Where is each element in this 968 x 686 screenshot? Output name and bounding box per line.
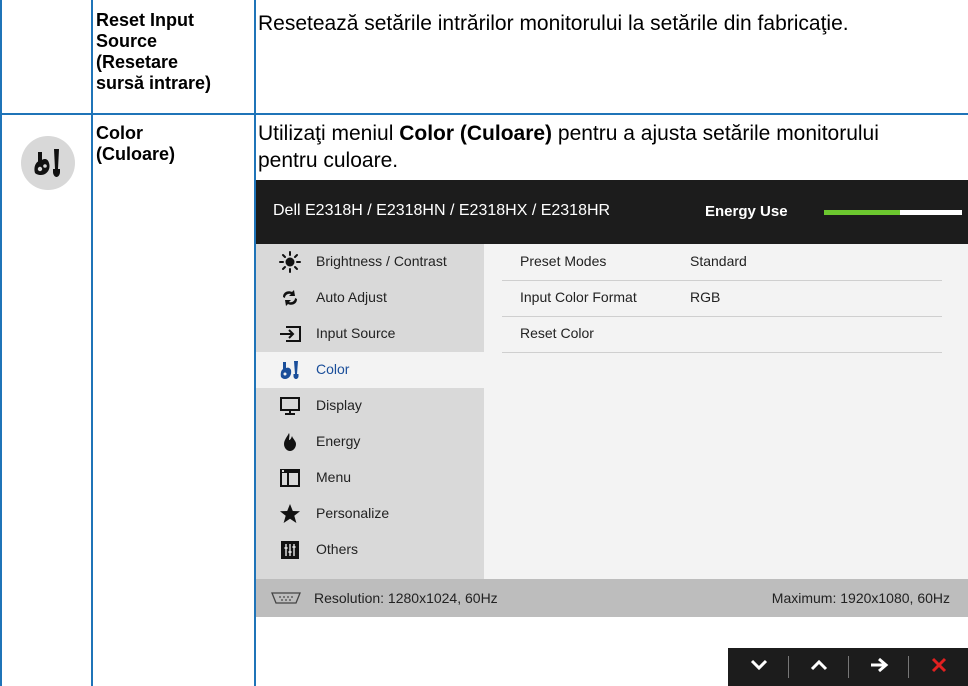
maximum-resolution: Maximum: 1920x1080, 60Hz: [771, 590, 950, 606]
menu-item-label: Input Source: [316, 325, 396, 341]
title-line: Color: [96, 123, 143, 143]
table-row-divider: [0, 113, 968, 115]
osd-status-bar: Resolution: 1280x1024, 60Hz Maximum: 192…: [256, 579, 968, 617]
menu-item-color[interactable]: Color: [256, 352, 484, 388]
vga-connector-icon: [270, 591, 302, 605]
table-border-icon-col: [91, 0, 93, 686]
color-title: Color (Culoare): [96, 123, 175, 165]
title-line: Reset Input: [96, 10, 195, 30]
menu-item-label: Display: [316, 397, 362, 413]
down-button[interactable]: [730, 648, 787, 686]
menu-item-auto-adjust[interactable]: Auto Adjust: [256, 280, 484, 316]
menu-item-label: Menu: [316, 469, 352, 485]
energy-use-bar: [824, 210, 962, 215]
energy-use-fill: [824, 210, 900, 215]
auto-adjust-icon: [278, 287, 302, 309]
menu-item-label: Color: [316, 361, 350, 377]
brightness-icon: [278, 251, 302, 273]
display-icon: [278, 395, 302, 417]
color-palette-icon: [21, 136, 75, 190]
osd-header: Dell E2318H / E2318HN / E2318HX / E2318H…: [256, 180, 968, 244]
exit-button[interactable]: [910, 648, 967, 686]
chevron-down-icon: [750, 658, 768, 676]
setting-value: Standard: [690, 253, 747, 269]
desc-bold: Color (Culoare): [399, 122, 553, 145]
arrow-right-icon: [869, 657, 889, 678]
table-border-left: [0, 0, 2, 686]
setting-value: RGB: [690, 289, 721, 305]
menu-item-others[interactable]: Others: [256, 532, 484, 568]
menu-item-label: Brightness / Contrast: [316, 253, 447, 269]
title-line: Source: [96, 31, 158, 51]
setting-name: Reset Color: [520, 325, 594, 341]
chevron-up-icon: [810, 658, 828, 676]
color-description: Utilizaţi meniul Color (Culoare) pentru …: [258, 120, 879, 174]
star-icon: [278, 503, 302, 525]
reset-input-source-description: Resetează setările intrărilor monitorulu…: [258, 12, 849, 35]
energy-icon: [278, 431, 302, 453]
next-button[interactable]: [850, 648, 907, 686]
setting-name: Input Color Format: [520, 289, 637, 305]
monitor-model: Dell E2318H / E2318HN / E2318HX / E2318H…: [273, 202, 611, 219]
setting-name: Preset Modes: [520, 253, 607, 269]
menu-item-label: Auto Adjust: [316, 289, 387, 305]
nav-separator: [788, 656, 789, 678]
setting-preset-modes[interactable]: Preset Modes Standard: [502, 244, 942, 281]
nav-separator: [848, 656, 849, 678]
menu-item-personalize[interactable]: Personalize: [256, 496, 484, 532]
title-line: (Resetare: [96, 52, 179, 72]
others-icon: [278, 539, 302, 561]
osd-menu: Dell E2318H / E2318HN / E2318HX / E2318H…: [256, 180, 968, 617]
menu-item-input-source[interactable]: Input Source: [256, 316, 484, 352]
menu-item-label: Energy: [316, 433, 361, 449]
setting-reset-color[interactable]: Reset Color: [502, 316, 942, 353]
energy-use-label: Energy Use: [705, 203, 788, 220]
desc-text: pentru culoare.: [258, 149, 399, 172]
menu-icon: [278, 467, 302, 489]
setting-input-color-format[interactable]: Input Color Format RGB: [502, 280, 942, 317]
close-icon: [930, 656, 948, 679]
osd-nav-buttons: [728, 648, 968, 686]
osd-main-menu: Brightness / Contrast Auto Adjust Input …: [256, 244, 484, 579]
osd-submenu: Preset Modes Standard Input Color Format…: [484, 244, 968, 579]
title-line: (Culoare): [96, 144, 176, 164]
current-resolution: Resolution: 1280x1024, 60Hz: [314, 590, 498, 606]
menu-item-brightness-contrast[interactable]: Brightness / Contrast: [256, 244, 484, 280]
menu-item-menu[interactable]: Menu: [256, 460, 484, 496]
reset-input-source-title: Reset Input Source (Resetare sursă intra…: [96, 10, 211, 94]
up-button[interactable]: [790, 648, 847, 686]
menu-item-energy[interactable]: Energy: [256, 424, 484, 460]
desc-text: pentru a ajusta setările monitorului: [552, 122, 879, 145]
menu-item-label: Others: [316, 541, 359, 557]
input-source-icon: [278, 323, 302, 345]
color-palette-icon: [278, 359, 302, 381]
title-line: sursă intrare): [96, 73, 212, 93]
nav-separator: [908, 656, 909, 678]
menu-item-label: Personalize: [316, 505, 390, 521]
menu-item-display[interactable]: Display: [256, 388, 484, 424]
desc-text: Utilizaţi meniul: [258, 122, 400, 145]
